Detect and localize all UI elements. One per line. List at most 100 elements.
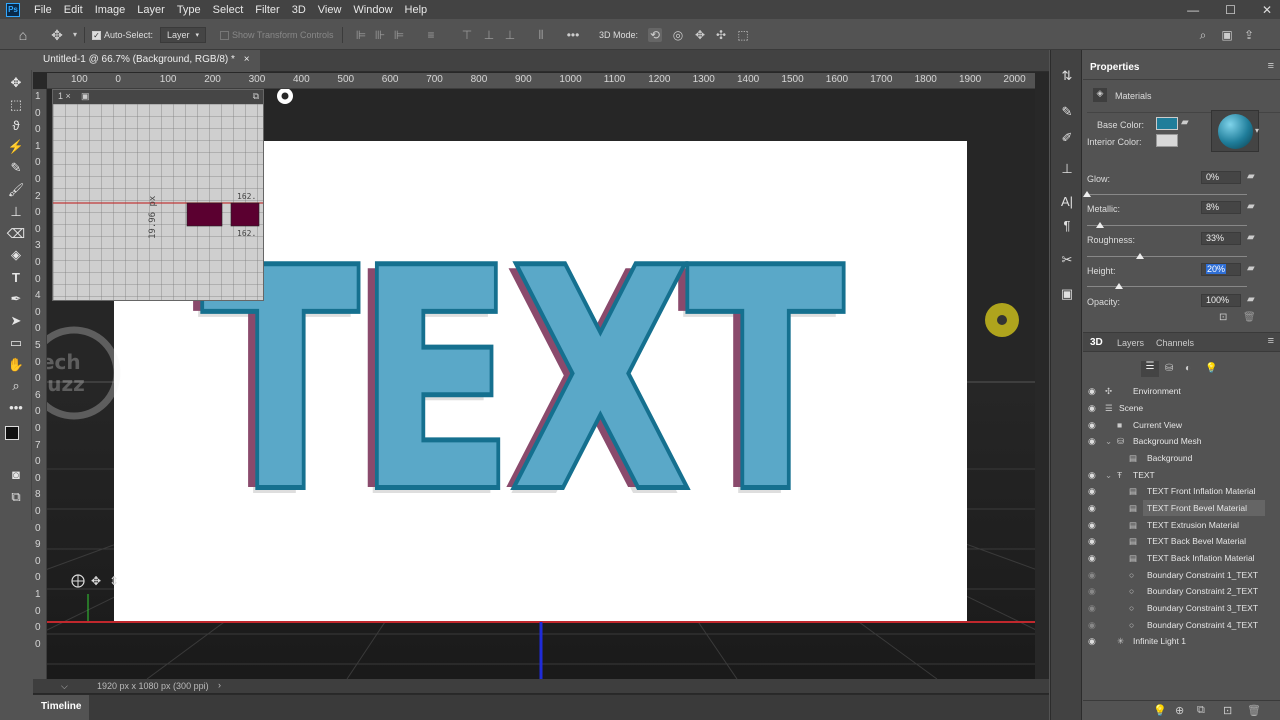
- add-constraint-icon[interactable]: ⊕: [1175, 704, 1184, 717]
- menu-filter[interactable]: Filter: [249, 4, 285, 16]
- timeline-tab[interactable]: Timeline: [33, 695, 90, 720]
- folder-icon[interactable]: ▰: [1247, 201, 1255, 212]
- tool-presets-icon[interactable]: ✂: [1059, 252, 1075, 268]
- brush-tool-icon[interactable]: 🖌: [6, 181, 26, 199]
- metallic-field[interactable]: 8%: [1201, 201, 1241, 214]
- interior-color-swatch[interactable]: [1156, 134, 1178, 147]
- close-window-button[interactable]: ✕: [1262, 3, 1272, 17]
- history-icon[interactable]: ⇅: [1059, 68, 1075, 84]
- metallic-slider[interactable]: [1087, 222, 1247, 228]
- scene-item-text[interactable]: ◉ ⌄ Ŧ TEXT: [1083, 467, 1280, 483]
- lasso-tool-icon[interactable]: ϑ: [6, 117, 26, 135]
- clone-source-icon[interactable]: ⊥: [1059, 161, 1075, 177]
- eye-icon[interactable]: ◉: [1088, 617, 1096, 633]
- chevron-down-icon[interactable]: ▾: [1255, 126, 1259, 135]
- eye-icon[interactable]: ◉: [1088, 633, 1096, 649]
- align-middle-icon[interactable]: ⊥: [482, 28, 496, 42]
- character-icon[interactable]: A|: [1059, 194, 1075, 210]
- texture-overlay-window[interactable]: 1 × ▣ ⧉ 19.96 px 162. 162.: [52, 89, 264, 301]
- maximize-button[interactable]: ☐: [1225, 3, 1236, 17]
- height-field[interactable]: 20%: [1201, 263, 1241, 276]
- folder-icon[interactable]: ▰: [1247, 232, 1255, 243]
- glow-slider[interactable]: [1083, 191, 1247, 197]
- overlay-expand-icon[interactable]: ⧉: [253, 91, 259, 102]
- panel-menu-icon[interactable]: ≡: [1268, 335, 1274, 347]
- type-tool-icon[interactable]: T: [6, 269, 26, 287]
- scene-item-constraint-2[interactable]: ◉ ○ Boundary Constraint 2_TEXT: [1083, 583, 1280, 599]
- zoom-tool-icon[interactable]: ⌕: [6, 377, 26, 395]
- more-tools-icon[interactable]: •••: [6, 399, 26, 417]
- brushes-icon[interactable]: ✐: [1059, 130, 1075, 146]
- brush-settings-icon[interactable]: ✎: [1059, 104, 1075, 120]
- menu-type[interactable]: Type: [171, 4, 207, 16]
- auto-select-dropdown[interactable]: Layer ▾: [160, 27, 206, 43]
- material-preview[interactable]: [1211, 110, 1259, 152]
- light-filter-icon[interactable]: 💡: [1205, 363, 1217, 374]
- menu-3d[interactable]: 3D: [286, 4, 312, 16]
- properties-tab[interactable]: Properties: [1090, 62, 1139, 73]
- folder-icon[interactable]: ▰: [1247, 171, 1255, 182]
- eye-icon[interactable]: ◉: [1088, 400, 1096, 416]
- menu-edit[interactable]: Edit: [58, 4, 89, 16]
- distribute-vertical-icon[interactable]: ⫴: [534, 28, 548, 42]
- menu-image[interactable]: Image: [89, 4, 132, 16]
- align-top-icon[interactable]: ⊤: [460, 28, 474, 42]
- show-transform-checkbox[interactable]: Show Transform Controls: [220, 27, 334, 43]
- new-material-icon[interactable]: ⊡: [1219, 312, 1227, 323]
- move-tool-icon[interactable]: ✥: [50, 28, 64, 42]
- folder-icon[interactable]: ▰: [1181, 117, 1189, 128]
- roughness-slider[interactable]: [1087, 253, 1247, 259]
- search-icon[interactable]: ⌕: [1196, 28, 1210, 42]
- screen-mode-icon[interactable]: ⧉: [6, 488, 26, 506]
- home-icon[interactable]: ⌂: [16, 28, 30, 42]
- eye-icon[interactable]: ◉: [1088, 517, 1096, 533]
- opacity-field[interactable]: 100%: [1201, 294, 1241, 307]
- rectangle-tool-icon[interactable]: ▭: [6, 334, 26, 352]
- menu-layer[interactable]: Layer: [131, 4, 171, 16]
- more-options-icon[interactable]: •••: [566, 28, 580, 42]
- new-item-icon[interactable]: ⊡: [1223, 704, 1232, 717]
- scene-item-back-bevel[interactable]: ◉ ▤ TEXT Back Bevel Material: [1083, 533, 1280, 549]
- tab-layers[interactable]: Layers: [1117, 338, 1144, 348]
- chevron-down-icon[interactable]: ▾: [68, 28, 82, 42]
- auto-select-checkbox[interactable]: ✓ Auto-Select:: [92, 27, 153, 43]
- menu-view[interactable]: View: [312, 4, 348, 16]
- status-menu-arrow[interactable]: ›: [218, 680, 221, 690]
- minimize-button[interactable]: —: [1187, 3, 1199, 17]
- overlay-menu-icon[interactable]: ▣: [81, 91, 90, 102]
- height-slider[interactable]: [1087, 283, 1247, 289]
- align-bottom-icon[interactable]: ⊥: [503, 28, 517, 42]
- roughness-slider-knob[interactable]: [1135, 253, 1144, 259]
- eye-icon[interactable]: ◉: [1088, 433, 1096, 449]
- scene-item-scene[interactable]: ◉ ☰ Scene: [1083, 400, 1280, 416]
- document-tab[interactable]: Untitled-1 @ 66.7% (Background, RGB/8) *…: [33, 50, 260, 72]
- menu-file[interactable]: File: [28, 4, 58, 16]
- height-slider-knob[interactable]: [1115, 283, 1123, 289]
- eye-icon[interactable]: ◉: [1088, 533, 1096, 549]
- material-filter-icon[interactable]: ◐: [1185, 363, 1191, 374]
- scene-item-back-inflation[interactable]: ◉ ▤ TEXT Back Inflation Material: [1083, 550, 1280, 566]
- add-light-icon[interactable]: 💡: [1153, 704, 1167, 717]
- glow-field[interactable]: 0%: [1201, 171, 1241, 184]
- slide-3d-icon[interactable]: ✣: [714, 28, 728, 42]
- pan-3d-icon[interactable]: ✥: [693, 28, 707, 42]
- eye-icon[interactable]: ◉: [1088, 483, 1096, 499]
- eye-icon[interactable]: ◉: [1088, 500, 1096, 516]
- hand-tool-icon[interactable]: ✋: [6, 356, 26, 374]
- workspace-icon[interactable]: ▣: [1220, 28, 1234, 42]
- menu-help[interactable]: Help: [399, 4, 434, 16]
- overlay-tab[interactable]: 1 ×: [58, 91, 71, 101]
- magic-wand-icon[interactable]: ⚡: [6, 138, 26, 156]
- base-color-swatch[interactable]: [1156, 117, 1178, 130]
- eye-icon[interactable]: ◉: [1088, 550, 1096, 566]
- scene-item-constraint-1[interactable]: ◉ ○ Boundary Constraint 1_TEXT: [1083, 567, 1280, 583]
- menu-window[interactable]: Window: [347, 4, 398, 16]
- trash-icon[interactable]: 🗑: [1247, 704, 1261, 717]
- eye-icon[interactable]: ◉: [1088, 417, 1096, 433]
- orbit-3d-icon[interactable]: ⟲: [648, 28, 662, 42]
- folder-icon[interactable]: ▰: [1247, 294, 1255, 305]
- 3d-text-object[interactable]: TEXT TEXT TEXT: [192, 202, 849, 564]
- panel-menu-icon[interactable]: ≡: [1268, 60, 1274, 72]
- metallic-slider-knob[interactable]: [1095, 222, 1104, 228]
- eye-icon[interactable]: ◉: [1088, 467, 1096, 483]
